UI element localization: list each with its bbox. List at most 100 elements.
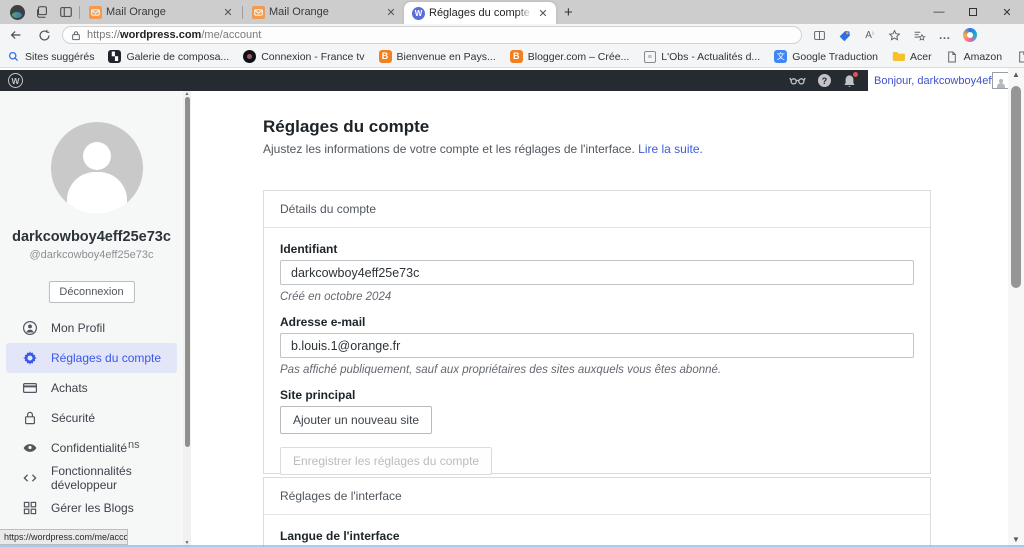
tab-title: Mail Orange	[106, 6, 217, 18]
tab-title: Réglages du compte — WordPres	[429, 7, 532, 19]
favorite-star-icon[interactable]	[883, 24, 906, 46]
wordpress-icon: W	[412, 7, 425, 20]
split-screen-icon[interactable]	[808, 24, 831, 46]
page-viewport: W ? Bonjour, darkcowboy4eff25e73c ▲ ▼ da…	[0, 68, 1024, 547]
bookmark-item[interactable]: Booking.com	[1009, 50, 1024, 63]
scrollbar-thumb[interactable]	[1011, 86, 1021, 288]
account-details-card: Détails du compte Identifiant Créé en oc…	[263, 190, 931, 474]
url-text: https://wordpress.com/me/account	[87, 29, 261, 41]
lock-icon	[71, 30, 81, 41]
tab-strip: Mail Orange ✕ Mail Orange ✕ W Réglages d…	[0, 0, 1024, 24]
sidebar-item-partial[interactable]: ns	[128, 439, 140, 451]
code-icon	[22, 470, 38, 486]
browser-window: Mail Orange ✕ Mail Orange ✕ W Réglages d…	[0, 0, 1024, 547]
reader-glasses-icon[interactable]	[789, 74, 806, 87]
gallery-icon: ▚	[108, 50, 121, 63]
tab-actions-icon[interactable]	[54, 1, 78, 23]
bookmark-item[interactable]: Amazon	[939, 50, 1010, 63]
scroll-down-icon[interactable]: ▼	[1008, 533, 1024, 547]
lobs-icon: ≡	[643, 50, 656, 63]
bookmark-item[interactable]: Sites suggérés	[0, 50, 101, 63]
help-icon[interactable]: ?	[818, 74, 831, 87]
mail-orange-icon	[252, 6, 265, 19]
gear-icon	[22, 350, 38, 366]
section-header: Réglages de l'interface	[264, 478, 930, 515]
username-label: Identifiant	[280, 242, 914, 256]
tab-wordpress-active[interactable]: W Réglages du compte — WordPres ✕	[404, 2, 556, 24]
notifications-bell-icon[interactable]	[843, 74, 856, 88]
bookmark-item[interactable]: ≡ L'Obs - Actualités d...	[636, 50, 767, 63]
bookmark-item[interactable]: 文 Google Traduction	[767, 50, 885, 63]
tab-mail-orange-1[interactable]: Mail Orange ✕	[81, 2, 241, 22]
user-icon	[22, 320, 38, 336]
close-icon[interactable]: ✕	[536, 7, 550, 20]
add-site-button[interactable]: Ajouter un nouveau site	[280, 406, 432, 434]
status-bar-url: https://wordpress.com/me/account	[0, 529, 128, 545]
tab-mail-orange-2[interactable]: Mail Orange ✕	[244, 2, 404, 22]
sidebar-item-gerer-les-blogs[interactable]: Gérer les Blogs	[0, 493, 183, 523]
bookmark-item[interactable]: Acer	[885, 50, 939, 63]
sidebar-item-securite[interactable]: Sécurité	[0, 403, 183, 433]
email-hint: Pas affiché publiquement, sauf aux propr…	[280, 364, 914, 376]
sidebar-scrollbar[interactable]: ▲ ▼	[183, 91, 191, 547]
mail-orange-icon	[89, 6, 102, 19]
page-title: Réglages du compte	[263, 117, 429, 137]
copilot-icon[interactable]	[958, 24, 981, 46]
wordpress-logo-icon[interactable]: W	[8, 73, 23, 88]
bookmark-item[interactable]: Connexion - France tv	[236, 50, 371, 63]
read-aloud-icon[interactable]: A⁾	[858, 24, 881, 46]
bookmark-item[interactable]: B Blogger.com – Crée...	[503, 50, 637, 63]
close-icon[interactable]: ✕	[384, 6, 398, 19]
browser-toolbar: https://wordpress.com/me/account A⁾ …	[0, 24, 1024, 46]
page-icon	[1016, 50, 1024, 63]
tab-separator	[79, 6, 80, 19]
shopping-tag-icon[interactable]	[833, 24, 856, 46]
profile-sidebar: darkcowboy4eff25e73c @darkcowboy4eff25e7…	[0, 91, 183, 547]
toolbar-right-icons: A⁾ …	[808, 24, 981, 46]
settings-more-icon[interactable]: …	[933, 24, 956, 46]
maximize-button[interactable]	[956, 0, 990, 24]
sidebar-item-mon-profil[interactable]: Mon Profil	[0, 313, 183, 343]
google-translate-icon: 文	[774, 50, 787, 63]
refresh-icon[interactable]	[32, 25, 56, 45]
scroll-up-icon[interactable]: ▲	[1008, 68, 1024, 82]
blogger-icon: B	[510, 50, 523, 63]
sidebar-item-reglages-du-compte[interactable]: Réglages du compte	[6, 343, 177, 373]
page-subtitle: Ajustez les informations de votre compte…	[263, 142, 703, 156]
page-scrollbar[interactable]: ▲ ▼	[1008, 68, 1024, 547]
sidebar-item-achats[interactable]: Achats	[0, 373, 183, 403]
sidebar-handle: @darkcowboy4eff25e73c	[0, 249, 183, 261]
bookmark-item[interactable]: B Bienvenue en Pays...	[372, 50, 503, 63]
main-content: Réglages du compte Ajustez les informati…	[191, 91, 1008, 547]
logout-button[interactable]: Déconnexion	[48, 281, 134, 303]
address-bar[interactable]: https://wordpress.com/me/account	[62, 26, 802, 44]
close-window-button[interactable]: ✕	[990, 0, 1024, 24]
section-header: Détails du compte	[264, 191, 930, 228]
lock-icon	[22, 410, 38, 426]
avatar[interactable]	[992, 72, 1009, 89]
workspaces-icon[interactable]	[30, 1, 54, 23]
browser-logo-icon[interactable]	[4, 1, 30, 23]
close-icon[interactable]: ✕	[221, 6, 235, 19]
language-label: Langue de l'interface	[280, 529, 914, 543]
favorites-hub-icon[interactable]	[908, 24, 931, 46]
sidebar-item-fonctionnalites-developpeur[interactable]: Fonctionnalités développeur	[0, 463, 183, 493]
minimize-button[interactable]: —	[922, 0, 956, 24]
primary-site-label: Site principal	[280, 388, 914, 402]
email-field[interactable]	[280, 333, 914, 358]
credit-card-icon	[22, 380, 38, 396]
notification-dot	[853, 72, 858, 77]
sidebar-item-confidentialite[interactable]: Confidentialité	[0, 433, 183, 463]
france-tv-icon	[243, 50, 256, 63]
bookmarks-bar: Sites suggérés ▚ Galerie de composa... C…	[0, 46, 1024, 68]
new-tab-button[interactable]: +	[564, 4, 573, 21]
save-account-settings-button[interactable]: Enregistrer les réglages du compte	[280, 447, 492, 475]
username-hint: Créé en octobre 2024	[280, 291, 914, 303]
back-icon[interactable]	[4, 25, 28, 45]
scroll-down-icon[interactable]: ▼	[183, 540, 191, 547]
read-more-link[interactable]: Lire la suite.	[638, 142, 703, 156]
scrollbar-thumb[interactable]	[185, 97, 190, 447]
username-field[interactable]	[280, 260, 914, 285]
bookmark-item[interactable]: ▚ Galerie de composa...	[101, 50, 236, 63]
grid-icon	[22, 500, 38, 516]
